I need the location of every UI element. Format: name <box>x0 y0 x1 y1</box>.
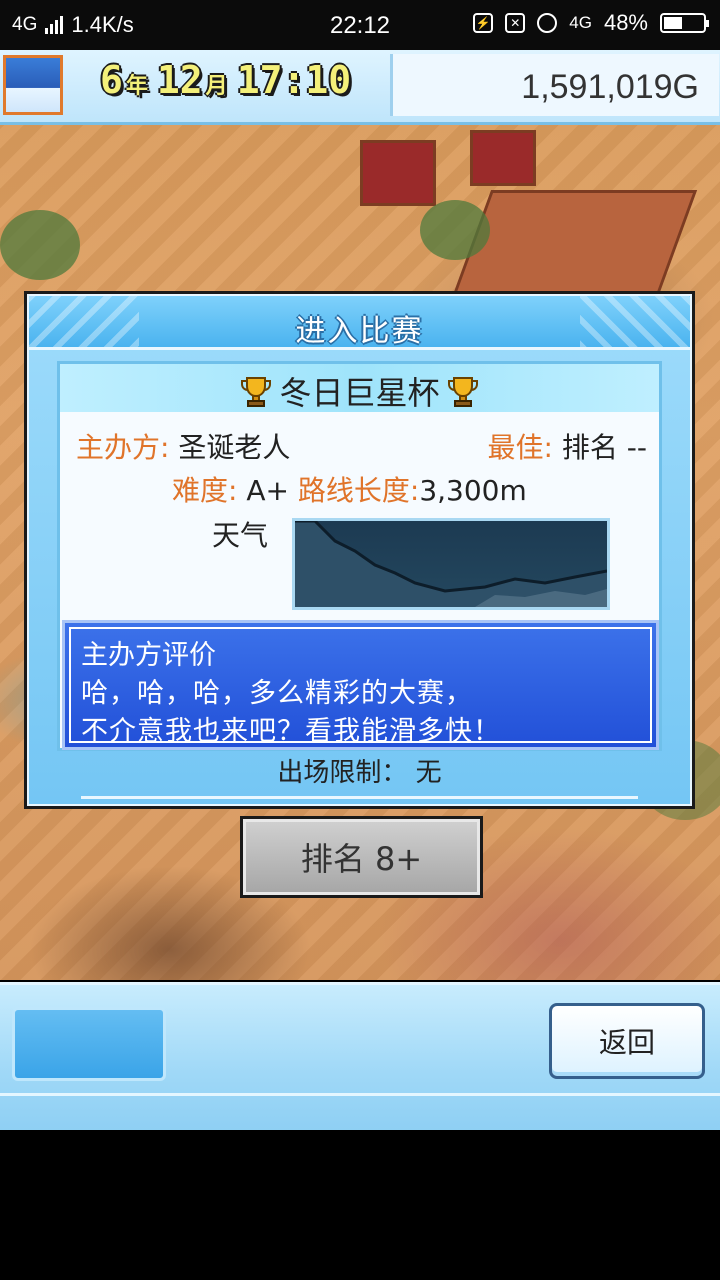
game-date: 6 年 12 月 17:10 <box>100 58 351 102</box>
status-bar: 4G 1.4K/s 22:12 ⚡ ✕ 4G 48% <box>0 0 720 50</box>
comment-title: 主办方评价 <box>81 640 216 671</box>
difficulty-value: A+ <box>246 474 289 507</box>
month-value: 12 <box>156 58 203 102</box>
dialog-title: 进入比赛 <box>295 314 424 349</box>
booth <box>470 130 536 186</box>
blank-button[interactable] <box>12 1007 166 1081</box>
network-type-2: 4G <box>569 13 592 32</box>
comment-line-2: 不介意我也来吧？看我能滑多快！ <box>81 716 501 747</box>
trophy-icon <box>447 377 478 407</box>
tree <box>0 210 80 280</box>
money-panel: 1,591,019G <box>390 54 719 116</box>
wifi-off-icon: ✕ <box>505 13 526 33</box>
best-value: 排名 -- <box>561 431 647 464</box>
building-roof <box>448 190 698 306</box>
game-clock: 17:10 <box>236 58 352 102</box>
booth <box>360 140 436 206</box>
organizer-value: 圣诞老人 <box>178 431 291 464</box>
best-row: 最佳: 排名 -- <box>488 426 647 466</box>
divider <box>81 796 638 799</box>
battery-icon <box>660 13 709 33</box>
back-button[interactable]: 返回 <box>549 1003 705 1079</box>
best-label: 最佳: <box>487 431 553 464</box>
month-unit: 月 <box>205 74 228 99</box>
cup-title: 冬日巨星杯 <box>60 368 659 414</box>
trophy-icon <box>241 377 272 407</box>
dialog-header: 进入比赛 <box>29 296 690 350</box>
organizer-row: 主办方: 圣诞老人 <box>76 426 290 466</box>
tree <box>420 200 490 260</box>
battery-percent: 48% <box>603 10 648 35</box>
comment-line-1: 哈，哈，哈，多么精彩的大赛， <box>81 678 473 709</box>
route-length-value: 3,300m <box>419 474 527 507</box>
organizer-label: 主办方: <box>76 431 170 464</box>
money-value: 1,591,019G <box>521 68 699 106</box>
course-preview-image <box>292 518 610 610</box>
enter-race-dialog: 进入比赛 冬日巨星杯 主办方: 圣诞老人 最佳: 排名 -- 难度: A+ 路线… <box>24 291 695 809</box>
year-unit: 年 <box>125 74 148 99</box>
difficulty-row: 难度: A+ 路线长度:3,300m <box>172 469 527 509</box>
rank-button[interactable]: 排名 8+ <box>240 816 483 898</box>
race-info-panel: 冬日巨星杯 主办方: 圣诞老人 最佳: 排名 -- 难度: A+ 路线长度:3,… <box>57 361 662 751</box>
entry-limit: 出场限制： 无 <box>277 758 442 788</box>
organizer-comment-box: 主办方评价 哈，哈，哈，多么精彩的大赛， 不介意我也来吧？看我能滑多快！ <box>62 620 659 750</box>
top-hud: 6 年 12 月 17:10 1,591,019G <box>0 50 720 125</box>
route-length-label: 路线长度: <box>297 474 420 507</box>
season-icon[interactable] <box>3 55 63 115</box>
bottom-bar: 返回 <box>0 982 720 1133</box>
year-value: 6 <box>100 58 123 102</box>
alarm-icon <box>537 13 558 33</box>
rank-button-label: 排名 8+ <box>243 819 480 895</box>
cup-name: 冬日巨星杯 <box>279 374 440 412</box>
charging-icon: ⚡ <box>473 13 494 33</box>
weather-label: 天气 <box>212 519 269 552</box>
screen-bottom <box>0 1130 720 1280</box>
difficulty-label: 难度: <box>172 474 238 507</box>
